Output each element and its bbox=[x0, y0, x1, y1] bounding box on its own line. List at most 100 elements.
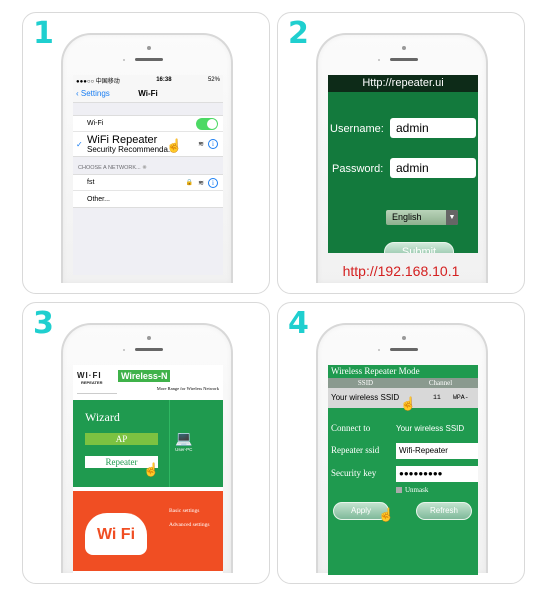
step-number: 1 bbox=[33, 16, 54, 51]
menu-advanced-settings[interactable]: Advanced settings bbox=[169, 522, 209, 528]
wifi-toggle[interactable] bbox=[196, 118, 218, 130]
carrier: ●●●○○ 中国移动 bbox=[76, 78, 120, 85]
language-value: English bbox=[392, 212, 422, 222]
tagline: More Range for Wireless Network bbox=[156, 386, 219, 391]
wifi-signal-icon: ≋ bbox=[198, 141, 204, 148]
divider bbox=[77, 393, 117, 394]
status-bar: ●●●○○ 中国移动 16:38 52% bbox=[73, 75, 223, 85]
toggle-knob bbox=[207, 119, 217, 129]
repeater-ssid-label: Repeater ssid bbox=[331, 445, 380, 455]
ios-wifi-screen: ●●●○○ 中国移动 16:38 52% ‹ Settings Wi-Fi Wi… bbox=[73, 75, 223, 275]
ssid-cell: Your wireless SSID bbox=[331, 393, 400, 402]
battery: 52% bbox=[207, 77, 220, 83]
step-number: 3 bbox=[33, 306, 54, 341]
security-key-label: Security key bbox=[331, 468, 377, 478]
wifi-group: Wi-Fi ✓ WiFi Repeater Security Recommend… bbox=[73, 115, 223, 157]
phone-frame: Wireless Repeater Mode SSID Channel Your… bbox=[316, 323, 488, 575]
step-card-1: 1 ●●●○○ 中国移动 16:38 52% ‹ Settings Wi-Fi … bbox=[22, 12, 270, 294]
wizard-panel: Wizard AP Repeater ☝ 💻 User-PC bbox=[73, 400, 223, 487]
login-header: Http://repeater.ui bbox=[328, 75, 478, 92]
repeater-mode-title: Wireless Repeater Mode bbox=[331, 366, 420, 376]
phone-speaker bbox=[390, 348, 418, 351]
repeater-mode-screen: Wireless Repeater Mode SSID Channel Your… bbox=[328, 365, 478, 575]
network-name: fst bbox=[87, 179, 95, 186]
phone-speaker bbox=[135, 348, 163, 351]
phone-frame: WI·FI REPEATER Wireless-N More Range for … bbox=[61, 323, 233, 575]
connect-to-value: Your wireless SSID bbox=[396, 424, 465, 433]
pointer-hand-icon: ☝ bbox=[143, 462, 160, 477]
phone-sensor bbox=[123, 349, 125, 351]
unmask-label: Unmask bbox=[405, 486, 429, 494]
phone-camera bbox=[147, 46, 151, 50]
submit-button[interactable]: Submit bbox=[384, 242, 454, 253]
network-name: WiFi Repeater bbox=[87, 133, 158, 146]
wifi-toggle-row: Wi-Fi bbox=[73, 116, 223, 132]
column-header-channel: Channel bbox=[428, 379, 453, 387]
info-icon[interactable]: i bbox=[208, 139, 218, 149]
table-row[interactable]: Your wireless SSID 11 WPA- ☝ bbox=[328, 388, 478, 411]
pointer-hand-icon: ☝ bbox=[378, 507, 395, 522]
phone-sensor bbox=[123, 59, 125, 61]
wifi-signal-icon: ≋ bbox=[198, 179, 204, 187]
refresh-button[interactable]: Refresh bbox=[416, 502, 472, 520]
spinner-icon: ✺ bbox=[142, 165, 147, 171]
pointer-hand-icon: ☝ bbox=[166, 138, 183, 153]
phone-camera bbox=[147, 336, 151, 340]
step-card-3: 3 WI·FI REPEATER Wireless-N More Range fo… bbox=[22, 302, 270, 584]
checkbox-icon bbox=[396, 487, 402, 494]
step-card-4: 4 Wireless Repeater Mode SSID Channel Yo… bbox=[277, 302, 525, 584]
phone-sensor bbox=[378, 59, 380, 61]
ap-mode-button[interactable]: AP bbox=[85, 433, 158, 445]
username-label: Username: bbox=[330, 123, 384, 135]
security-key-input[interactable]: ●●●●●●●●● bbox=[396, 466, 478, 482]
language-select[interactable]: English ▼ bbox=[386, 210, 458, 225]
pointer-hand-icon: ☝ bbox=[400, 396, 417, 411]
nav-title: Wi-Fi bbox=[138, 89, 158, 98]
section-header: CHOOSE A NETWORK... ✺ bbox=[78, 165, 147, 171]
admin-wizard-screen: WI·FI REPEATER Wireless-N More Range for … bbox=[73, 365, 223, 575]
unmask-checkbox[interactable]: Unmask bbox=[396, 486, 428, 494]
phone-camera bbox=[402, 46, 406, 50]
settings-panel: Wi Fi Basic settings Advanced settings bbox=[73, 491, 223, 571]
menu-basic-settings[interactable]: Basic settings bbox=[169, 508, 199, 514]
brand-logo: WI·FI REPEATER bbox=[77, 371, 103, 385]
phone-speaker bbox=[135, 58, 163, 61]
networks-group: fst 🔒 ≋ i Other... bbox=[73, 174, 223, 208]
step-card-2: 2 Http://repeater.ui Username: admin Pas… bbox=[277, 12, 525, 294]
channel-cell: 11 bbox=[433, 394, 441, 401]
nav-bar: ‹ Settings Wi-Fi bbox=[73, 85, 223, 103]
phone-sensor bbox=[378, 349, 380, 351]
user-pc-icon: 💻 User-PC bbox=[175, 430, 193, 452]
wifi-logo-icon: Wi Fi bbox=[85, 513, 147, 555]
router-url-caption: http://192.168.10.1 bbox=[342, 263, 460, 279]
divider bbox=[169, 400, 170, 487]
phone-speaker bbox=[390, 58, 418, 61]
wizard-title: Wizard bbox=[85, 410, 120, 424]
repeater-ssid-input[interactable]: Wifi-Repeater bbox=[396, 443, 478, 459]
router-login-screen: Http://repeater.ui Username: admin Passw… bbox=[328, 75, 478, 253]
connect-to-label: Connect to bbox=[331, 423, 371, 433]
info-icon[interactable]: i bbox=[208, 177, 218, 188]
wifi-toggle-label: Wi-Fi bbox=[87, 120, 104, 127]
clock: 16:38 bbox=[156, 77, 172, 83]
table-header: SSID Channel bbox=[328, 378, 478, 388]
username-field[interactable]: admin bbox=[390, 118, 476, 138]
network-row-fst[interactable]: fst 🔒 ≋ i bbox=[73, 175, 223, 191]
network-name: Other... bbox=[87, 195, 110, 203]
column-header-ssid: SSID bbox=[357, 379, 374, 387]
network-row-other[interactable]: Other... bbox=[73, 191, 223, 207]
phone-frame: Http://repeater.ui Username: admin Passw… bbox=[316, 33, 488, 283]
checkmark-icon: ✓ bbox=[76, 140, 83, 149]
network-subtitle: Security Recommenda... bbox=[87, 144, 175, 154]
wireless-n-badge: Wireless-N bbox=[118, 370, 171, 382]
password-label: Password: bbox=[332, 163, 384, 175]
step-number: 4 bbox=[288, 306, 309, 341]
connected-network-row[interactable]: ✓ WiFi Repeater Security Recommenda... ☝… bbox=[73, 132, 223, 156]
phone-frame: ●●●○○ 中国移动 16:38 52% ‹ Settings Wi-Fi Wi… bbox=[61, 33, 233, 283]
security-cell: WPA- bbox=[453, 394, 469, 401]
chevron-down-icon: ▼ bbox=[446, 210, 458, 225]
step-number: 2 bbox=[288, 16, 309, 51]
password-field[interactable]: admin bbox=[390, 158, 476, 178]
lock-icon: 🔒 bbox=[185, 179, 193, 186]
phone-camera bbox=[402, 336, 406, 340]
